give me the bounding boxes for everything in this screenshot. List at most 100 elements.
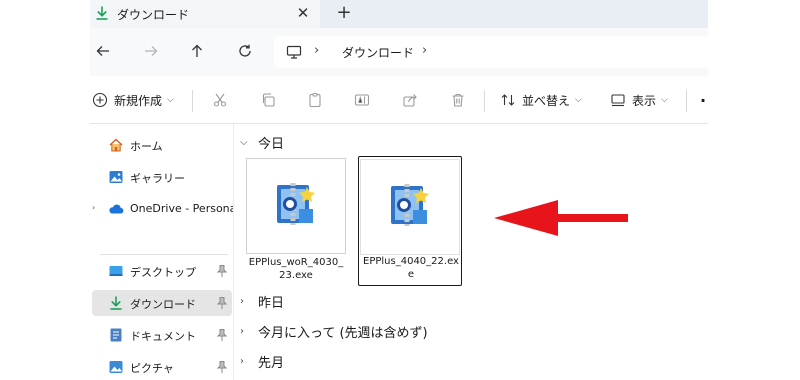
nav-item-home[interactable]: ホーム	[92, 132, 232, 158]
file-name: EPPlus_woR_4030_23.exe	[248, 257, 344, 281]
refresh-button[interactable]	[234, 40, 256, 62]
file-explorer-window: ダウンロード ✕ + › ダウンロード › 新規作成 ⌵ 並べ替え ⌵ 表示 ⌵…	[90, 0, 708, 380]
group-label: 昨日	[258, 295, 285, 311]
rename-icon	[354, 94, 370, 106]
arrow-left-icon	[96, 46, 109, 56]
computer-icon	[286, 44, 302, 60]
breadcrumb-downloads[interactable]: ダウンロード	[342, 44, 414, 61]
breadcrumb-separator[interactable]: ›	[314, 43, 319, 58]
sort-icon	[501, 94, 515, 106]
plus-circle-icon	[92, 92, 108, 108]
share-button[interactable]	[402, 90, 418, 110]
chevron-right-icon: ›	[240, 295, 244, 307]
delete-button[interactable]	[450, 90, 466, 110]
file-item[interactable]: EPPlus_woR_4030_23.exe	[246, 158, 346, 286]
nav-item-documents[interactable]: ドキュメント	[92, 322, 232, 348]
file-list: ⌵ 今日 EPPlus_woR_4030_23.exe EPPlus_4040_…	[234, 124, 708, 380]
tab-downloads[interactable]: ダウンロード ✕	[90, 0, 320, 28]
group-label: 今月に入って (先週は含めず)	[258, 325, 428, 341]
chevron-down-icon: ⌵	[661, 95, 668, 105]
nav-item-desktop[interactable]: デスクトップ	[92, 258, 232, 284]
arrow-right-icon	[145, 46, 158, 56]
home-icon	[108, 137, 124, 153]
tab-title: ダウンロード	[117, 8, 190, 22]
winzip-installer-icon	[391, 184, 429, 226]
new-button[interactable]: 新規作成 ⌵	[92, 90, 174, 110]
file-name: EPPlus_4040_22.exe	[363, 256, 459, 280]
view-icon	[611, 94, 625, 107]
chevron-right-icon: ›	[240, 355, 244, 367]
pin-icon[interactable]	[216, 264, 228, 278]
group-label: 今日	[258, 136, 285, 152]
chevron-down-icon: ⌵	[575, 95, 582, 105]
forward-button[interactable]	[140, 40, 162, 62]
download-icon	[94, 5, 110, 21]
view-button-label: 表示	[632, 93, 657, 108]
nav-label: OneDrive - Persona	[130, 202, 237, 215]
share-icon	[403, 94, 417, 107]
pin-icon[interactable]	[216, 360, 228, 374]
group-header-today[interactable]: ⌵ 今日	[240, 131, 284, 153]
view-button[interactable]: 表示 ⌵	[610, 90, 668, 110]
nav-item-downloads[interactable]: ダウンロード	[92, 290, 232, 316]
command-bar: 新規作成 ⌵ 並べ替え ⌵ 表示 ⌵ ·	[90, 76, 708, 124]
nav-label: デスクトップ	[130, 266, 196, 279]
winzip-installer-icon	[277, 183, 315, 225]
pin-icon[interactable]	[216, 328, 228, 342]
chevron-down-icon: ⌵	[240, 136, 248, 148]
arrow-up-icon	[192, 44, 202, 57]
sort-button-label: 並べ替え	[522, 93, 571, 108]
pin-icon[interactable]	[216, 296, 228, 310]
nav-item-gallery[interactable]: ギャラリー	[92, 164, 232, 190]
tab-strip: ダウンロード ✕ +	[90, 0, 708, 28]
nav-label: ドキュメント	[130, 330, 196, 343]
chevron-right-icon: ›	[240, 325, 244, 337]
installer-thumbnail	[246, 158, 346, 254]
up-button[interactable]	[186, 40, 208, 62]
close-tab-button[interactable]: ✕	[294, 4, 312, 22]
gallery-icon	[108, 169, 124, 185]
group-header-yesterday[interactable]: › 昨日	[240, 290, 284, 312]
toolbar-divider	[686, 90, 687, 112]
picture-icon	[108, 359, 124, 375]
document-icon	[108, 327, 124, 343]
nav-label: ダウンロード	[130, 298, 196, 311]
cut-button[interactable]	[212, 90, 228, 110]
copy-icon	[262, 93, 275, 107]
new-tab-button[interactable]: +	[334, 2, 354, 24]
navigation-pane: ホーム ギャラリー › OneDrive - Persona デスクトップ ダウ…	[90, 124, 236, 380]
download-icon	[108, 295, 124, 311]
cloud-icon	[108, 201, 124, 217]
more-options-button[interactable]: ·	[700, 90, 706, 110]
nav-item-onedrive[interactable]: › OneDrive - Persona	[92, 196, 236, 222]
toolbar-divider	[484, 90, 485, 112]
refresh-icon	[239, 44, 251, 57]
new-button-label: 新規作成	[114, 93, 163, 108]
nav-divider	[100, 254, 228, 255]
nav-label: ピクチャ	[130, 362, 174, 375]
rename-button[interactable]	[354, 90, 370, 110]
chevron-down-icon: ⌵	[167, 95, 174, 105]
clipboard-icon	[309, 93, 321, 108]
group-header-last-month[interactable]: › 先月	[240, 350, 284, 372]
trash-icon	[452, 93, 464, 107]
file-item-selected[interactable]: EPPlus_4040_22.exe	[358, 156, 462, 286]
paste-button[interactable]	[307, 90, 323, 110]
nav-label: ギャラリー	[130, 172, 185, 185]
toolbar-divider	[192, 90, 193, 112]
address-row: › ダウンロード ›	[90, 28, 708, 76]
group-label: 先月	[258, 355, 285, 371]
copy-button[interactable]	[260, 90, 276, 110]
chevron-right-icon[interactable]: ›	[92, 203, 95, 212]
sort-button[interactable]: 並べ替え ⌵	[500, 90, 582, 110]
desktop-icon	[108, 263, 124, 279]
nav-label: ホーム	[130, 140, 163, 153]
annotation-arrow-icon	[494, 200, 628, 236]
group-header-this-month[interactable]: › 今月に入って (先週は含めず)	[240, 320, 428, 342]
address-bar[interactable]: › ダウンロード ›	[274, 36, 708, 68]
back-button[interactable]	[92, 40, 114, 62]
breadcrumb-separator[interactable]: ›	[422, 43, 427, 58]
installer-thumbnail	[360, 159, 460, 255]
nav-item-pictures[interactable]: ピクチャ	[92, 354, 232, 380]
scissors-icon	[213, 93, 227, 107]
